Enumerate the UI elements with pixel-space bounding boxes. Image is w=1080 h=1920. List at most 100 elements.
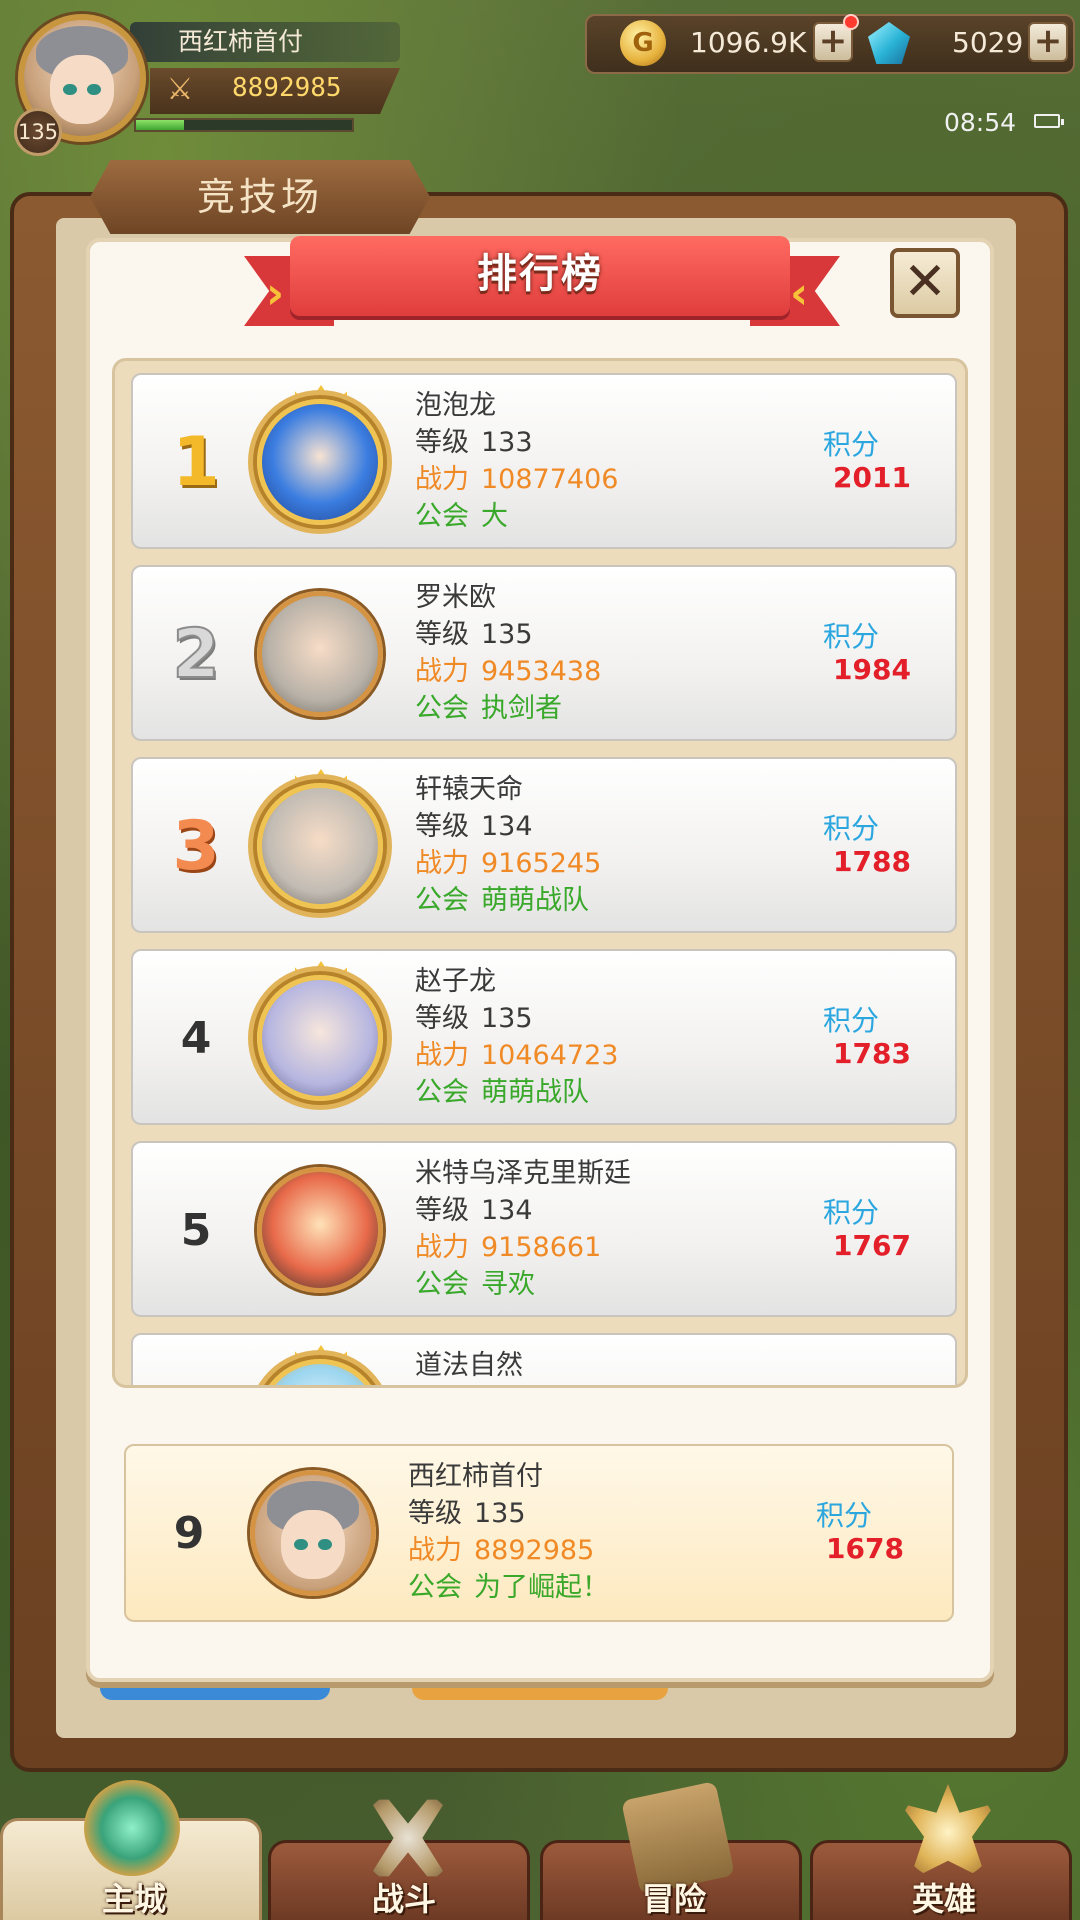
player-guild: 寻欢 [481, 1269, 535, 1300]
rank-number: 5 [180, 1205, 212, 1256]
player-portrait[interactable] [257, 1359, 383, 1385]
player-name: 道法自然 [415, 1350, 523, 1381]
rank-number: 4 [180, 1013, 212, 1064]
player-name: 轩辕天命 [415, 774, 523, 805]
chevron-right-icon: › [266, 268, 285, 319]
guild-label: 公会 [415, 693, 469, 724]
player-level: 134 [481, 811, 533, 842]
guild-label: 公会 [408, 1572, 462, 1603]
my-rank: 9 [173, 1508, 205, 1559]
player-portrait[interactable] [257, 399, 383, 525]
my-name: 西红柿首付 [408, 1461, 543, 1492]
player-score: 1984 [833, 653, 911, 686]
score-label: 积分 [823, 620, 880, 653]
player-guild: 萌萌战队 [481, 885, 589, 916]
player-score: 1767 [833, 1229, 911, 1262]
player-power: 9165245 [481, 848, 602, 879]
player-level: 133 [481, 427, 533, 458]
guild-label: 公会 [415, 501, 469, 532]
score-label: 积分 [816, 1499, 873, 1532]
tab-adventure-label: 冒险 [641, 1880, 706, 1918]
player-score: 2011 [833, 461, 911, 494]
guild-label: 公会 [415, 1077, 469, 1108]
player-power: 8892985 [232, 73, 342, 103]
player-score: 1788 [833, 845, 911, 878]
player-score: 1783 [833, 1037, 911, 1070]
table-row[interactable]: 5 米特乌泽克里斯廷 等级 134 战力 9158661 公会 寻欢 积分 1767 [131, 1141, 957, 1317]
level-label: 等级 [415, 1195, 469, 1226]
tab-battle-label: 战斗 [371, 1880, 436, 1918]
player-name: 米特乌泽克里斯廷 [415, 1158, 631, 1189]
player-guild: 大 [481, 501, 508, 532]
power-label: 战力 [415, 1040, 469, 1071]
player-name: 西红柿首付 [130, 22, 400, 62]
my-score: 1678 [826, 1532, 904, 1565]
my-avatar [250, 1470, 376, 1596]
battery-icon [1034, 114, 1064, 128]
rank-number: 2 [171, 614, 220, 695]
guild-label: 公会 [415, 885, 469, 916]
table-row[interactable]: 3 轩辕天命等级 134 战力 9165245 公会 萌萌战队 积分 1788 [131, 757, 957, 933]
player-power: 10464723 [481, 1040, 619, 1071]
xp-bar-fill [136, 120, 184, 130]
rank-number [153, 1335, 239, 1385]
score-label: 积分 [823, 812, 880, 845]
tab-hero-label: 英雄 [911, 1880, 976, 1918]
player-guild: 执剑者 [481, 693, 562, 724]
player-portrait[interactable] [257, 591, 383, 717]
add-gems-button[interactable]: + [1028, 22, 1068, 62]
level-label: 等级 [415, 427, 469, 458]
player-portrait[interactable] [257, 783, 383, 909]
score-label: 积分 [823, 1196, 880, 1229]
player-power: 9158661 [481, 1232, 602, 1263]
player-power: 9453438 [481, 656, 602, 687]
my-power: 8892985 [474, 1535, 595, 1566]
coin-amount: 1096.9K [690, 26, 807, 59]
arena-tab-title: 竞技场 [90, 160, 430, 234]
level-label: 等级 [415, 619, 469, 650]
level-label: 等级 [415, 811, 469, 842]
power-label: 战力 [415, 656, 469, 687]
my-level: 135 [474, 1498, 526, 1529]
crossed-swords-icon: ⚔ [166, 72, 194, 107]
close-button[interactable]: ✕ [890, 248, 960, 318]
player-level: 135 [481, 619, 533, 650]
power-label: 战力 [408, 1535, 462, 1566]
table-row[interactable]: 4 赵子龙等级 135 战力 10464723 公会 萌萌战队 积分 1783 [131, 949, 957, 1125]
gem-amount: 5029 [952, 26, 1024, 59]
city-icon [84, 1780, 180, 1876]
player-portrait[interactable] [257, 1167, 383, 1293]
player-portrait[interactable] [257, 975, 383, 1101]
table-row[interactable]: 2 罗米欧等级 135 战力 9453438 公会 执剑者 积分 1984 [131, 565, 957, 741]
clock: 08:54 [944, 108, 1017, 137]
level-label: 等级 [415, 1003, 469, 1034]
rank-number: 1 [172, 423, 220, 502]
rank-number: 3 [172, 807, 220, 886]
power-label: 战力 [415, 464, 469, 495]
player-name: 罗米欧 [415, 582, 496, 613]
xp-bar [134, 118, 354, 132]
my-rank-row: 9 西红柿首付 等级 135 战力 8892985 公会 为了崛起！ 积分 1678 [124, 1444, 954, 1622]
score-label: 积分 [823, 1004, 880, 1037]
player-level-badge: 135 [14, 108, 62, 156]
leaderboard-list[interactable]: 1 泡泡龙 等级 133 战力 10877406 公会大积分 2011 2 罗米欧 等级 135 战力 9… [112, 358, 968, 1388]
player-name: 泡泡龙 [415, 390, 496, 421]
level-label: 等级 [408, 1498, 462, 1529]
power-label: 战力 [415, 1232, 469, 1263]
guild-label: 公会 [415, 1269, 469, 1300]
gold-coin-icon: G [620, 20, 666, 66]
score-label: 积分 [823, 428, 880, 461]
table-row[interactable]: 道法自然 [131, 1333, 957, 1385]
player-name: 赵子龙 [415, 966, 496, 997]
chevron-left-icon: ‹ [790, 268, 809, 319]
table-row[interactable]: 1 泡泡龙等级 133 战力 10877406 公会大 积分 2011 [131, 373, 957, 549]
player-power: 10877406 [481, 464, 619, 495]
notification-dot [843, 14, 859, 30]
player-level: 134 [481, 1195, 533, 1226]
tab-main-city-label: 主城 [101, 1880, 166, 1918]
player-guild: 萌萌战队 [481, 1077, 589, 1108]
power-label: 战力 [415, 848, 469, 879]
leaderboard-title: 排行榜 [477, 251, 603, 297]
my-guild: 为了崛起！ [474, 1572, 609, 1603]
player-level: 135 [481, 1003, 533, 1034]
